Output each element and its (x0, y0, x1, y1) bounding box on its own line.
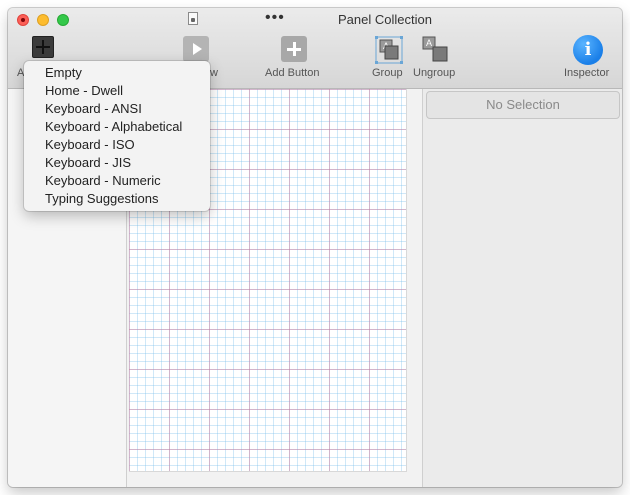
svg-text:A: A (426, 38, 432, 48)
menu-item-keyboard-ansi[interactable]: Keyboard - ANSI (24, 100, 210, 118)
inspector-info-icon[interactable]: i (573, 35, 603, 65)
menu-item-keyboard-alphabetical[interactable]: Keyboard - Alphabetical (24, 118, 210, 136)
group-label: Group (372, 67, 403, 79)
group-icon[interactable]: A (375, 36, 403, 64)
add-panel-menu: Empty Home - Dwell Keyboard - ANSI Keybo… (24, 61, 210, 211)
menu-item-keyboard-numeric[interactable]: Keyboard - Numeric (24, 172, 210, 190)
add-button[interactable] (281, 36, 307, 62)
menu-item-typing-suggestions[interactable]: Typing Suggestions (24, 190, 210, 208)
ungroup-icon[interactable]: A (421, 36, 449, 64)
minimize-window-button[interactable] (37, 14, 49, 26)
close-window-button[interactable] (17, 14, 29, 26)
document-proxy-icon[interactable] (188, 12, 198, 25)
menu-item-home-dwell[interactable]: Home - Dwell (24, 82, 210, 100)
menu-item-keyboard-iso[interactable]: Keyboard - ISO (24, 136, 210, 154)
window-title: Panel Collection (338, 12, 432, 27)
add-button-label: Add Button (265, 67, 320, 79)
more-ellipsis-icon[interactable]: ••• (265, 9, 285, 27)
preview-button[interactable] (183, 36, 209, 62)
preview-label: w (210, 67, 218, 79)
inspector-pane: No Selection (423, 89, 622, 487)
menu-item-keyboard-jis[interactable]: Keyboard - JIS (24, 154, 210, 172)
menu-item-empty[interactable]: Empty (24, 64, 210, 82)
no-selection-label: No Selection (426, 91, 620, 119)
inspector-label: Inspector (564, 67, 610, 79)
zoom-window-button[interactable] (57, 14, 69, 26)
ungroup-label: Ungroup (413, 67, 456, 79)
add-panel-button[interactable] (32, 36, 54, 58)
